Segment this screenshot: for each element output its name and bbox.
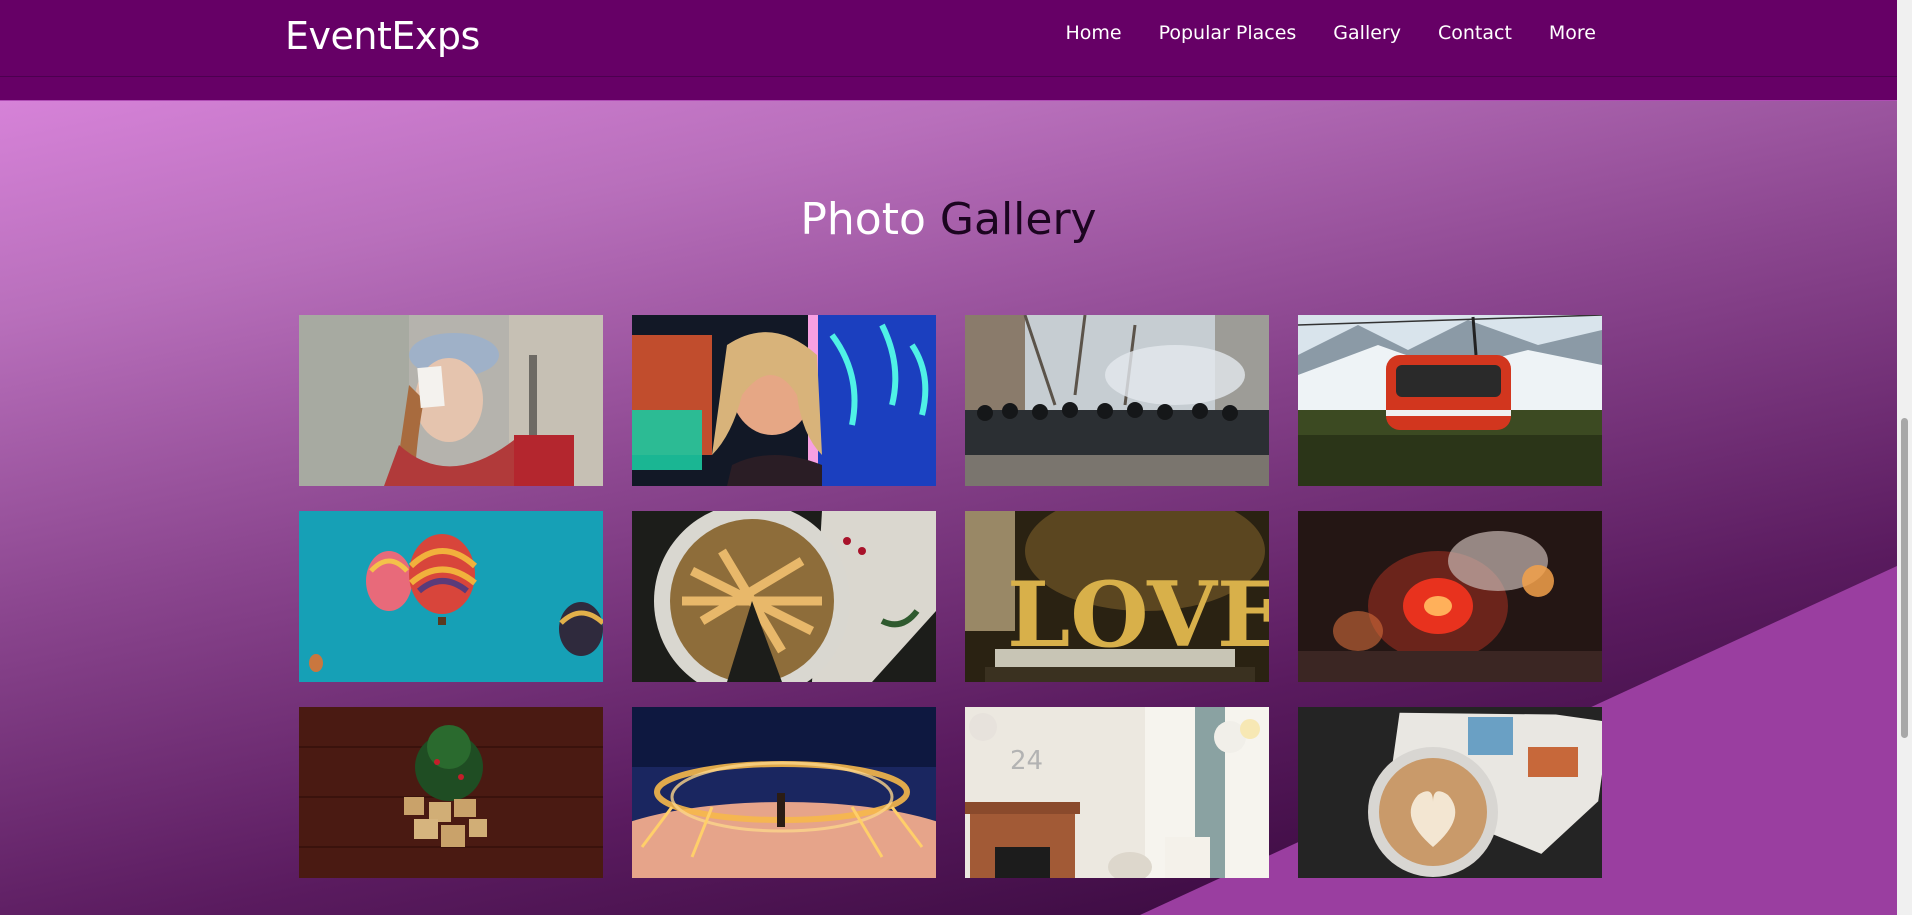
photo-grid: LOVE 24	[299, 315, 1602, 878]
nav-popular-places[interactable]: Popular Places	[1159, 22, 1297, 44]
police-crowd-photo[interactable]	[965, 315, 1269, 486]
brand-logo[interactable]: EventExps	[285, 14, 480, 58]
pie-photo[interactable]	[632, 511, 936, 682]
top-navbar: EventExps Home Popular Places Gallery Co…	[0, 0, 1897, 77]
latte-photo[interactable]	[1298, 707, 1602, 878]
birthday-room-photo[interactable]: 24	[965, 707, 1269, 878]
gallery-title: Photo Gallery	[800, 194, 1097, 245]
candle-photo[interactable]	[1298, 511, 1602, 682]
gallery-section: Photo Gallery LOVE 24	[0, 101, 1897, 915]
christmas-tree-photo[interactable]	[299, 707, 603, 878]
nav-home[interactable]: Home	[1065, 22, 1121, 44]
woman-with-card-photo[interactable]	[299, 315, 603, 486]
cable-car-photo[interactable]	[1298, 315, 1602, 486]
main-nav: Home Popular Places Gallery Contact More	[1028, 22, 1596, 44]
svg-text:24: 24	[1010, 746, 1043, 776]
neon-smile-photo[interactable]	[632, 315, 936, 486]
love-sign-photo[interactable]: LOVE	[965, 511, 1269, 682]
nav-contact[interactable]: Contact	[1438, 22, 1512, 44]
nav-gallery[interactable]: Gallery	[1333, 22, 1401, 44]
page-scrollbar[interactable]	[1897, 0, 1912, 915]
navbar-strip	[0, 77, 1897, 101]
nav-more[interactable]: More	[1549, 22, 1596, 44]
hot-air-balloons-photo[interactable]	[299, 511, 603, 682]
steel-wool-sparks-photo[interactable]	[632, 707, 936, 878]
scrollbar-thumb[interactable]	[1901, 418, 1908, 738]
